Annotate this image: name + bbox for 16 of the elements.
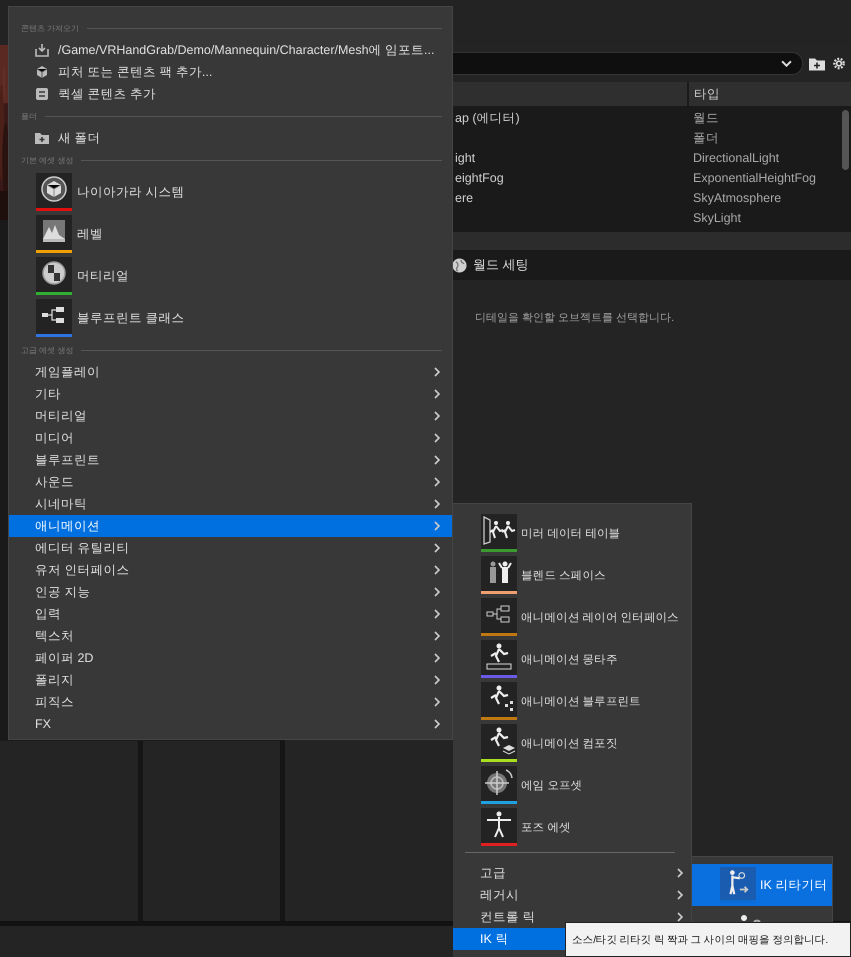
section-heading: 폴더 bbox=[21, 110, 37, 122]
outliner-item-name: eightFog bbox=[455, 171, 504, 185]
outliner-item-type: DirectionalLight bbox=[693, 151, 780, 165]
outliner-item-name: ere bbox=[455, 191, 474, 205]
outliner-item-type: 폴더 bbox=[693, 130, 719, 144]
section-heading: 콘텐츠 가져오기 bbox=[21, 22, 80, 34]
tooltip: 소스/타깃 리타깃 릭 짝과 그 사이의 매핑을 정의합니다. bbox=[565, 922, 851, 957]
section-heading: 기본 에셋 생성 bbox=[21, 154, 74, 166]
section-heading: 고급 에셋 생성 bbox=[21, 344, 74, 356]
outliner-item-name: ight bbox=[455, 151, 476, 165]
outliner-item-type: SkyLight bbox=[693, 211, 741, 225]
outliner-item-type: 월드 bbox=[693, 110, 719, 124]
outliner-item-type: ExponentialHeightFog bbox=[693, 171, 816, 185]
outliner-item-type: SkyAtmosphere bbox=[693, 191, 782, 205]
empty-message: 디테일을 확인할 오브젝트를 선택합니다. bbox=[475, 312, 674, 324]
outliner-item-name: ap (에디터) bbox=[455, 110, 520, 124]
